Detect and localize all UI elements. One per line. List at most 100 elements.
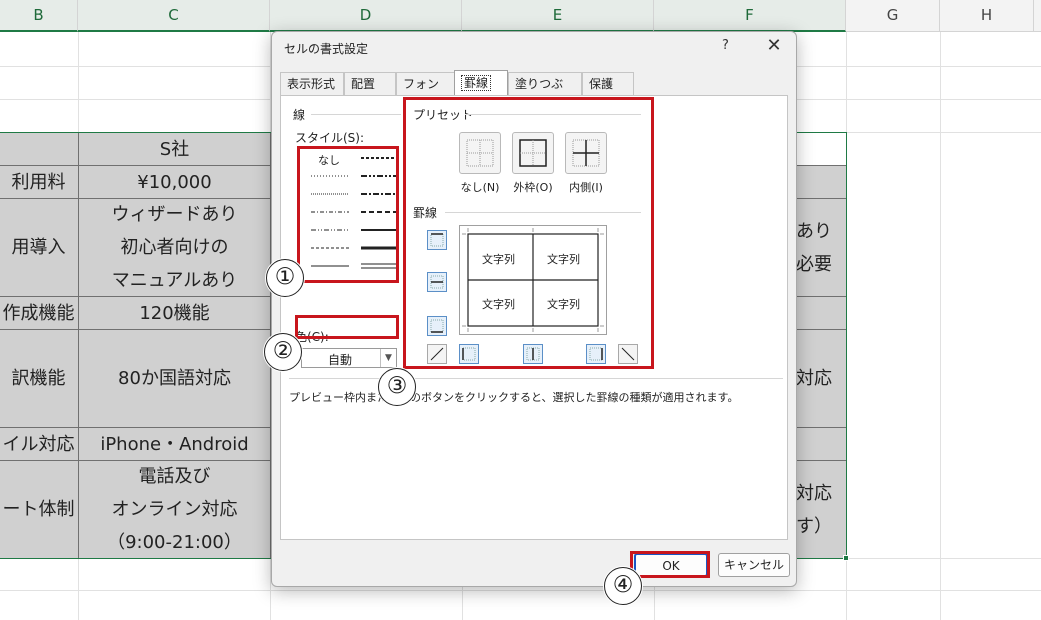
preview-grid bbox=[462, 228, 604, 332]
border-horizontal-icon bbox=[430, 275, 444, 289]
border-preview[interactable]: 文字列 文字列 文字列 文字列 bbox=[459, 225, 607, 335]
color-label: 色(C): bbox=[295, 330, 329, 344]
preset-inside-icon bbox=[572, 139, 600, 167]
color-select[interactable]: 自動 ▼ bbox=[301, 348, 397, 368]
border-vertical-icon bbox=[526, 347, 540, 361]
tab-fill[interactable]: 塗りつぶし bbox=[508, 72, 582, 113]
divider bbox=[465, 114, 641, 115]
border-bottom-button[interactable] bbox=[427, 316, 447, 336]
column-header-f[interactable]: F bbox=[654, 0, 846, 32]
border-group-label: 罫線 bbox=[413, 206, 438, 220]
fill-handle[interactable] bbox=[843, 555, 849, 561]
border-diagonal-down-button[interactable] bbox=[618, 344, 638, 364]
close-button[interactable]: ✕ bbox=[762, 35, 786, 56]
cell-text: iPhone・Android bbox=[100, 433, 249, 455]
preset-inside-button[interactable] bbox=[565, 132, 607, 174]
cell-text: 電話及び bbox=[138, 466, 211, 487]
table-cell[interactable]: ウィザードあり 初心者向けの マニュアルあり bbox=[78, 198, 271, 297]
preset-none-icon bbox=[466, 139, 494, 167]
table-cell[interactable]: あり 必要 bbox=[796, 198, 847, 297]
tab-alignment[interactable]: 配置 bbox=[344, 72, 396, 96]
table-cell[interactable]: イル対応 bbox=[0, 427, 79, 461]
border-left-icon bbox=[462, 347, 476, 361]
table-cell[interactable]: 用導入 bbox=[0, 198, 79, 297]
annotation-number-1: ① bbox=[266, 259, 304, 297]
column-header-c[interactable]: C bbox=[78, 0, 270, 32]
color-value: 自動 bbox=[328, 353, 353, 367]
border-middle-button[interactable] bbox=[427, 272, 447, 292]
column-header-d[interactable]: D bbox=[270, 0, 462, 32]
gridline bbox=[0, 590, 1041, 591]
annotation-number-3: ③ bbox=[378, 368, 416, 406]
cell-text: ¥10,000 bbox=[137, 171, 212, 193]
preset-none-button[interactable] bbox=[459, 132, 501, 174]
preset-none-label: なし(N) bbox=[460, 181, 500, 194]
column-header-e[interactable]: E bbox=[462, 0, 654, 32]
cell-text: 対応 bbox=[796, 482, 832, 504]
tab-border[interactable]: 罫線 bbox=[454, 70, 508, 96]
cell-text: あり bbox=[796, 220, 832, 242]
column-header-b[interactable]: B bbox=[0, 0, 78, 32]
cell-text: 必要 bbox=[796, 253, 832, 275]
divider bbox=[445, 212, 641, 213]
ok-button[interactable]: OK bbox=[634, 553, 708, 577]
row-label: ート体制 bbox=[2, 499, 75, 520]
table-cell[interactable] bbox=[796, 165, 847, 199]
tab-protection[interactable]: 保護 bbox=[582, 72, 634, 96]
row-label: 作成機能 bbox=[2, 302, 75, 324]
table-header-cell[interactable] bbox=[796, 132, 847, 166]
border-top-button[interactable] bbox=[427, 230, 447, 250]
table-cell[interactable]: 120機能 bbox=[78, 296, 271, 330]
cancel-button[interactable]: キャンセル bbox=[718, 553, 790, 577]
tab-border-label: 罫線 bbox=[461, 75, 492, 91]
table-cell[interactable]: 訳機能 bbox=[0, 329, 79, 428]
style-label: スタイル(S): bbox=[295, 131, 365, 145]
divider bbox=[289, 378, 783, 379]
cell-text: 初心者向けの bbox=[120, 237, 229, 258]
cell-text: 対応 bbox=[796, 368, 832, 389]
help-button[interactable]: ? bbox=[722, 38, 729, 53]
line-style-swatches[interactable] bbox=[301, 146, 409, 274]
column-header-row: B C D E F G H bbox=[0, 0, 1041, 32]
border-bottom-icon bbox=[430, 319, 444, 333]
table-cell[interactable] bbox=[0, 132, 79, 166]
table-cell[interactable]: 対応 す） bbox=[796, 460, 847, 559]
table-cell[interactable] bbox=[796, 296, 847, 330]
line-style-list[interactable]: なし bbox=[301, 146, 409, 314]
border-left-button[interactable] bbox=[459, 344, 479, 364]
cell-text: ウィザードあり bbox=[111, 204, 238, 225]
table-cell[interactable]: 電話及び オンライン対応 （9:00-21:00） bbox=[78, 460, 271, 559]
tab-number-format[interactable]: 表示形式 bbox=[280, 72, 344, 96]
column-header-h[interactable]: H bbox=[940, 0, 1034, 32]
column-header-g[interactable]: G bbox=[846, 0, 940, 32]
cell-text: （9:00-21:00） bbox=[107, 532, 242, 553]
tab-font[interactable]: フォント bbox=[396, 72, 456, 113]
annotation-number-4: ④ bbox=[604, 567, 642, 605]
preset-group-label: プリセット bbox=[413, 108, 474, 122]
preset-outline-button[interactable] bbox=[512, 132, 554, 174]
preset-outline-label: 外枠(O) bbox=[513, 181, 553, 194]
cell-text: 120機能 bbox=[139, 302, 210, 324]
border-center-button[interactable] bbox=[523, 344, 543, 364]
table-header-cell[interactable]: S社 bbox=[78, 132, 271, 166]
table-cell[interactable] bbox=[796, 427, 847, 461]
preview-text: 文字列 bbox=[547, 298, 580, 311]
cell-text: 80か国語対応 bbox=[118, 368, 231, 389]
diagonal-down-icon bbox=[621, 347, 635, 361]
gridline bbox=[940, 32, 941, 620]
table-cell[interactable]: ¥10,000 bbox=[78, 165, 271, 199]
line-group-label: 線 bbox=[293, 108, 306, 122]
table-cell[interactable]: 対応 bbox=[796, 329, 847, 428]
diagonal-up-icon bbox=[430, 347, 444, 361]
table-cell[interactable]: 作成機能 bbox=[0, 296, 79, 330]
preview-text: 文字列 bbox=[482, 298, 515, 311]
table-cell[interactable]: iPhone・Android bbox=[78, 427, 271, 461]
table-cell[interactable]: 80か国語対応 bbox=[78, 329, 271, 428]
table-cell[interactable]: ート体制 bbox=[0, 460, 79, 559]
border-right-button[interactable] bbox=[586, 344, 606, 364]
border-diagonal-up-button[interactable] bbox=[427, 344, 447, 364]
border-right-icon bbox=[589, 347, 603, 361]
row-label: 用導入 bbox=[11, 237, 66, 258]
format-cells-dialog: セルの書式設定 ? ✕ 表示形式 配置 フォント 罫線 塗りつぶし 保護 線 ス… bbox=[271, 31, 797, 587]
table-cell[interactable]: 利用料 bbox=[0, 165, 79, 199]
